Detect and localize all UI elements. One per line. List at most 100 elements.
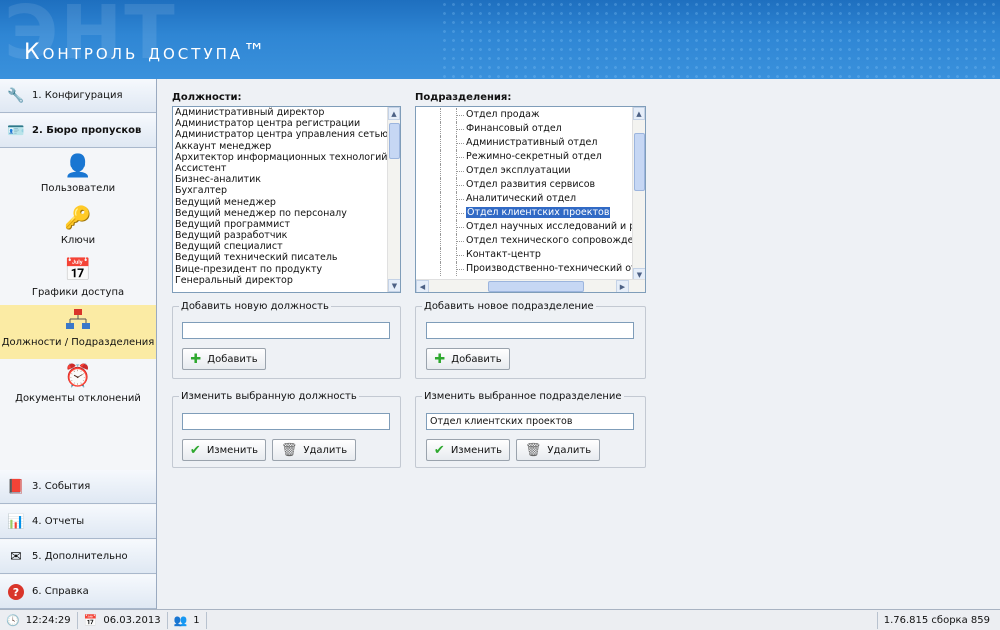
subnav-label: Пользователи [40, 183, 116, 194]
position-item[interactable]: Бизнес-аналитик [173, 174, 400, 185]
tree-guide [440, 262, 441, 276]
scroll-right-icon[interactable]: ▶ [616, 280, 629, 292]
department-label: Режимно-секретный отдел [466, 151, 602, 162]
scroll-up-icon[interactable]: ▲ [388, 107, 400, 120]
positions-scrollbar[interactable]: ▲ ▼ [387, 107, 400, 292]
departments-rows: Отдел продаж Финансовый отдел Администрати… [416, 108, 632, 280]
scroll-thumb[interactable] [488, 281, 584, 292]
users-icon: 👥 [173, 613, 188, 627]
scroll-thumb[interactable] [389, 123, 400, 159]
position-item[interactable]: Ведущий менеджер по персоналу [173, 208, 400, 219]
department-item[interactable]: Отдел продаж [416, 108, 632, 122]
position-item[interactable]: Ведущий разработчик [173, 230, 400, 241]
position-item[interactable]: Администратор центра управления сетью [173, 129, 400, 140]
department-item[interactable]: Отдел эксплуатации [416, 164, 632, 178]
nav-additional[interactable]: ✉ 5. Дополнительно [0, 540, 156, 574]
tree-guide [456, 227, 464, 228]
department-item[interactable]: Производственно-технический отде [416, 262, 632, 276]
tree-guide [440, 234, 441, 248]
department-item[interactable]: Аналитический отдел [416, 192, 632, 206]
department-item[interactable]: Контакт-центр [416, 248, 632, 262]
edit-position-button[interactable]: ✔ Изменить [182, 439, 266, 461]
department-label: Производственно-технический отде [466, 263, 632, 274]
position-item[interactable]: Ведущий специалист [173, 241, 400, 252]
department-item[interactable]: Режимно-секретный отдел [416, 150, 632, 164]
position-item[interactable]: Генеральный директор [173, 275, 400, 286]
nav-reports[interactable]: 📊 4. Отчеты [0, 505, 156, 539]
status-bar: 🕓 12:24:29 📅 06.03.2013 👥 1 1.76.815 сбо… [0, 609, 1000, 630]
scroll-up-icon[interactable]: ▲ [633, 107, 645, 120]
tree-guide [456, 171, 464, 172]
nav-label: 4. Отчеты [32, 516, 85, 527]
scroll-left-icon[interactable]: ◀ [416, 280, 429, 292]
trash-icon: 🗑 [280, 442, 298, 458]
edit-department-input[interactable]: Отдел клиентских проектов [426, 413, 634, 430]
subnav-positions-departments[interactable]: Должности / Подразделения [0, 305, 156, 359]
subnav-keys[interactable]: 🔑 Ключи [0, 203, 156, 255]
position-item[interactable]: Аккаунт менеджер [173, 141, 400, 152]
department-label: Отдел эксплуатации [466, 165, 571, 176]
position-item[interactable]: Вице-президент по продукту [173, 264, 400, 275]
position-item[interactable]: Ведущий программист [173, 219, 400, 230]
tree-guide [440, 150, 441, 164]
departments-hscrollbar[interactable]: ◀ ▶ [416, 279, 645, 292]
alarm-clock-icon: ⏰ [64, 363, 92, 389]
nav-events[interactable]: 📕 3. События [0, 470, 156, 504]
department-label: Отдел научных исследований и разв [466, 221, 632, 232]
help-icon: ? [6, 582, 26, 602]
add-position-button[interactable]: ✚ Добавить [182, 348, 266, 370]
edit-position-input[interactable] [182, 413, 390, 430]
edit-position-legend: Изменить выбранную должность [181, 391, 357, 402]
app-title: Контроль доступа™ [24, 40, 269, 65]
new-position-input[interactable] [182, 322, 390, 339]
status-users: 👥 1 [168, 611, 207, 629]
department-item[interactable]: Административный отдел [416, 136, 632, 150]
subnav-deviation-documents[interactable]: ⏰ Документы отклонений [0, 361, 156, 413]
add-position-legend: Добавить новую должность [181, 301, 329, 312]
status-date: 📅 06.03.2013 [78, 611, 168, 629]
subnav-users[interactable]: 👤 Пользователи [0, 151, 156, 203]
nav-configuration[interactable]: 🔧 1. Конфигурация [0, 79, 156, 113]
delete-position-button[interactable]: 🗑 Удалить [272, 439, 356, 461]
positions-listbox[interactable]: Административный директор Администратор ц… [172, 106, 401, 293]
tree-guide [440, 122, 441, 136]
department-item[interactable]: Отдел развития сервисов [416, 178, 632, 192]
button-label: Удалить [303, 444, 348, 456]
nav-pass-office[interactable]: 🪪 2. Бюро пропусков [0, 114, 156, 148]
scroll-down-icon[interactable]: ▼ [388, 279, 400, 292]
tree-guide [456, 255, 464, 256]
tree-guide [440, 248, 441, 262]
status-version: 1.76.815 сборка 859 [876, 611, 1000, 629]
position-item[interactable]: Бухгалтер [173, 185, 400, 196]
department-item[interactable]: Отдел клиентских проектов [416, 206, 632, 220]
position-item[interactable]: Ведущий менеджер [173, 197, 400, 208]
departments-vscrollbar[interactable]: ▲ ▼ [632, 107, 645, 281]
header-decoration [440, 0, 1000, 79]
tree-guide [440, 192, 441, 206]
scroll-thumb[interactable] [634, 133, 645, 191]
nav-label: 6. Справка [32, 586, 89, 597]
nav-help[interactable]: ? 6. Справка [0, 575, 156, 609]
subnav-access-schedules[interactable]: 📅 Графики доступа [0, 255, 156, 307]
edit-department-legend: Изменить выбранное подразделение [424, 391, 622, 402]
position-item[interactable]: Архитектор информационных технологий [173, 152, 400, 163]
departments-label: Подразделения: [415, 92, 512, 103]
position-item[interactable]: Ведущий технический писатель [173, 252, 400, 263]
department-item[interactable]: Отдел технического сопровождения [416, 234, 632, 248]
department-item[interactable]: Отдел научных исследований и разв [416, 220, 632, 234]
add-department-button[interactable]: ✚ Добавить [426, 348, 510, 370]
calendar-icon: 📅 [83, 613, 98, 627]
calendar-grid-icon: 📅 [64, 257, 92, 283]
org-chart-icon [64, 307, 92, 333]
position-item[interactable]: Администратор центра регистрации [173, 118, 400, 129]
position-item[interactable]: Ассистент [173, 163, 400, 174]
department-item[interactable]: Финансовый отдел [416, 122, 632, 136]
position-item[interactable]: Административный директор [173, 107, 400, 118]
delete-department-button[interactable]: 🗑 Удалить [516, 439, 600, 461]
button-label: Добавить [207, 353, 258, 365]
departments-tree[interactable]: Отдел продаж Финансовый отдел Администрати… [415, 106, 646, 293]
edit-department-button[interactable]: ✔ Изменить [426, 439, 510, 461]
button-label: Изменить [450, 444, 503, 456]
tree-guide [456, 199, 464, 200]
new-department-input[interactable] [426, 322, 634, 339]
